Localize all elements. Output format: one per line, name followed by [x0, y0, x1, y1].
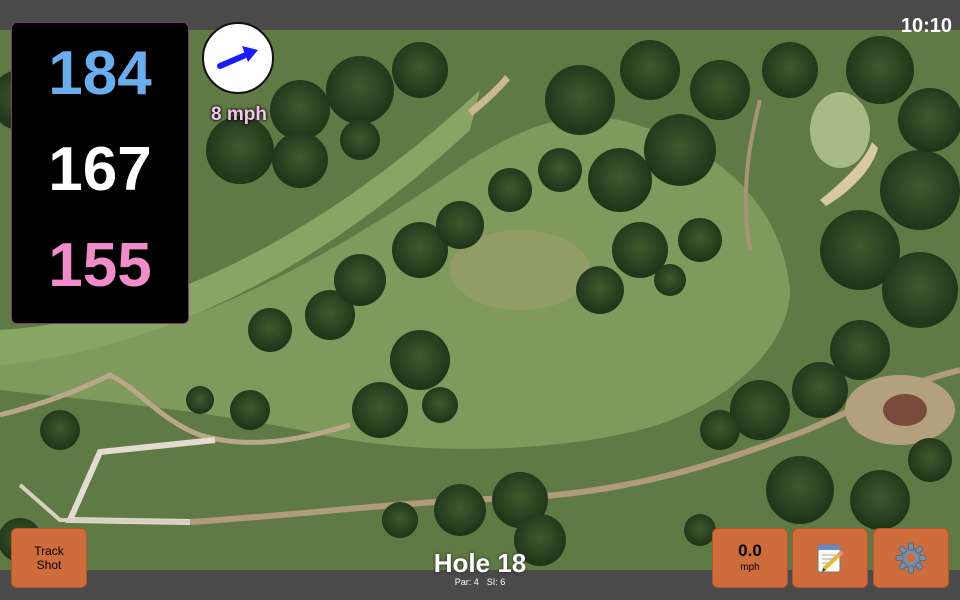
speed-value: 0.0 [738, 541, 762, 560]
hole-stroke-index: SI: 6 [486, 577, 506, 587]
distance-panel: 184 167 155 [11, 22, 189, 324]
track-shot-button[interactable]: Track Shot [11, 528, 87, 588]
middle-of-green-distance: 167 [48, 135, 152, 204]
settings-button[interactable] [873, 528, 949, 588]
hole-meta: Par: 4 SI: 6 [380, 577, 580, 588]
wind-speed-label: 8 mph [211, 104, 267, 125]
front-of-green-distance: 155 [48, 231, 152, 300]
clock-time: 10:10 [900, 15, 952, 37]
hole-par: Par: 4 [454, 577, 479, 587]
speed-button[interactable]: 0.0 mph [712, 528, 788, 588]
wind-direction-arrow-icon [217, 46, 258, 69]
wind-indicator [202, 22, 274, 94]
hole-title: Hole 18 [433, 548, 527, 578]
gear-icon [895, 542, 927, 574]
notepad-pencil-icon [817, 544, 844, 573]
scorecard-notes-button[interactable] [792, 528, 868, 588]
speed-unit: mph [740, 562, 760, 573]
track-shot-label: Track Shot [34, 544, 64, 572]
back-of-green-distance: 184 [48, 39, 152, 108]
